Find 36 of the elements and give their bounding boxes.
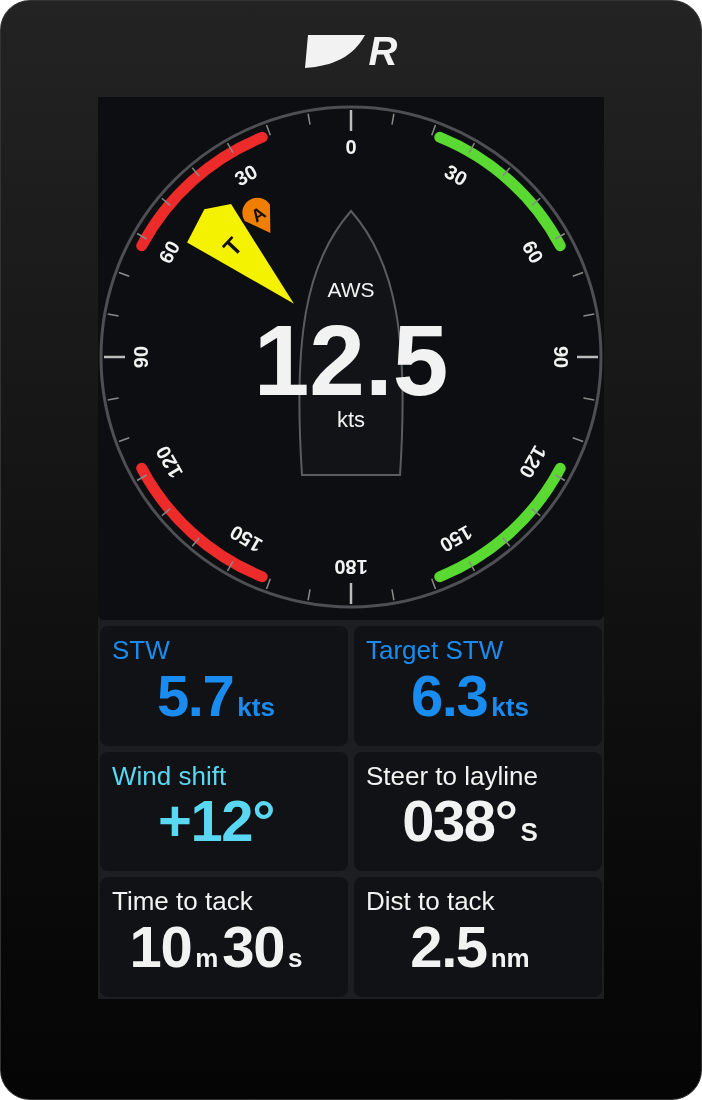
dial-label: 90: [550, 345, 572, 369]
tile-value: +12°: [158, 792, 274, 851]
tile-value: 30: [222, 917, 284, 976]
tile-label: STW: [112, 634, 171, 667]
tile-label: Time to tack: [112, 885, 254, 918]
tile-unit: s: [287, 944, 303, 971]
tile-unit: kts: [237, 693, 275, 720]
tile-label: Wind shift: [112, 759, 228, 793]
dial-label: 150: [226, 521, 266, 557]
dial-label: 120: [515, 442, 551, 482]
dial-label: 0: [345, 136, 357, 158]
tile-unit: kts: [491, 693, 529, 720]
dial-label: 60: [517, 236, 548, 268]
tile-unit: nm: [490, 944, 530, 971]
dial-label: 30: [230, 160, 262, 191]
tile-value: 2.5: [410, 917, 487, 976]
tile-value: 5.7: [157, 666, 234, 725]
dial-label: 180: [334, 556, 368, 578]
sail-logo-icon: [304, 34, 365, 68]
dial-label: 60: [154, 236, 185, 268]
reading-label: AWS: [327, 277, 375, 301]
logo-letter: R: [368, 31, 398, 71]
tile-unit: m: [195, 944, 219, 971]
dial-label: 150: [436, 521, 476, 557]
tile-unit: S: [520, 819, 538, 846]
tile-value: 6.3: [411, 666, 488, 725]
tile-value: 10: [129, 917, 192, 976]
tile-label: Steer to layline: [366, 759, 539, 793]
tile-label: Target STW: [366, 634, 505, 667]
tile-value: 038°: [402, 792, 517, 851]
dial-label: 30: [440, 160, 472, 191]
tile-label: Dist to tack: [366, 885, 496, 918]
pointer-letter: T: [217, 231, 248, 262]
pointer-letter: A: [247, 202, 270, 227]
dial-label: 90: [130, 345, 152, 369]
dial-label: 120: [151, 442, 187, 482]
